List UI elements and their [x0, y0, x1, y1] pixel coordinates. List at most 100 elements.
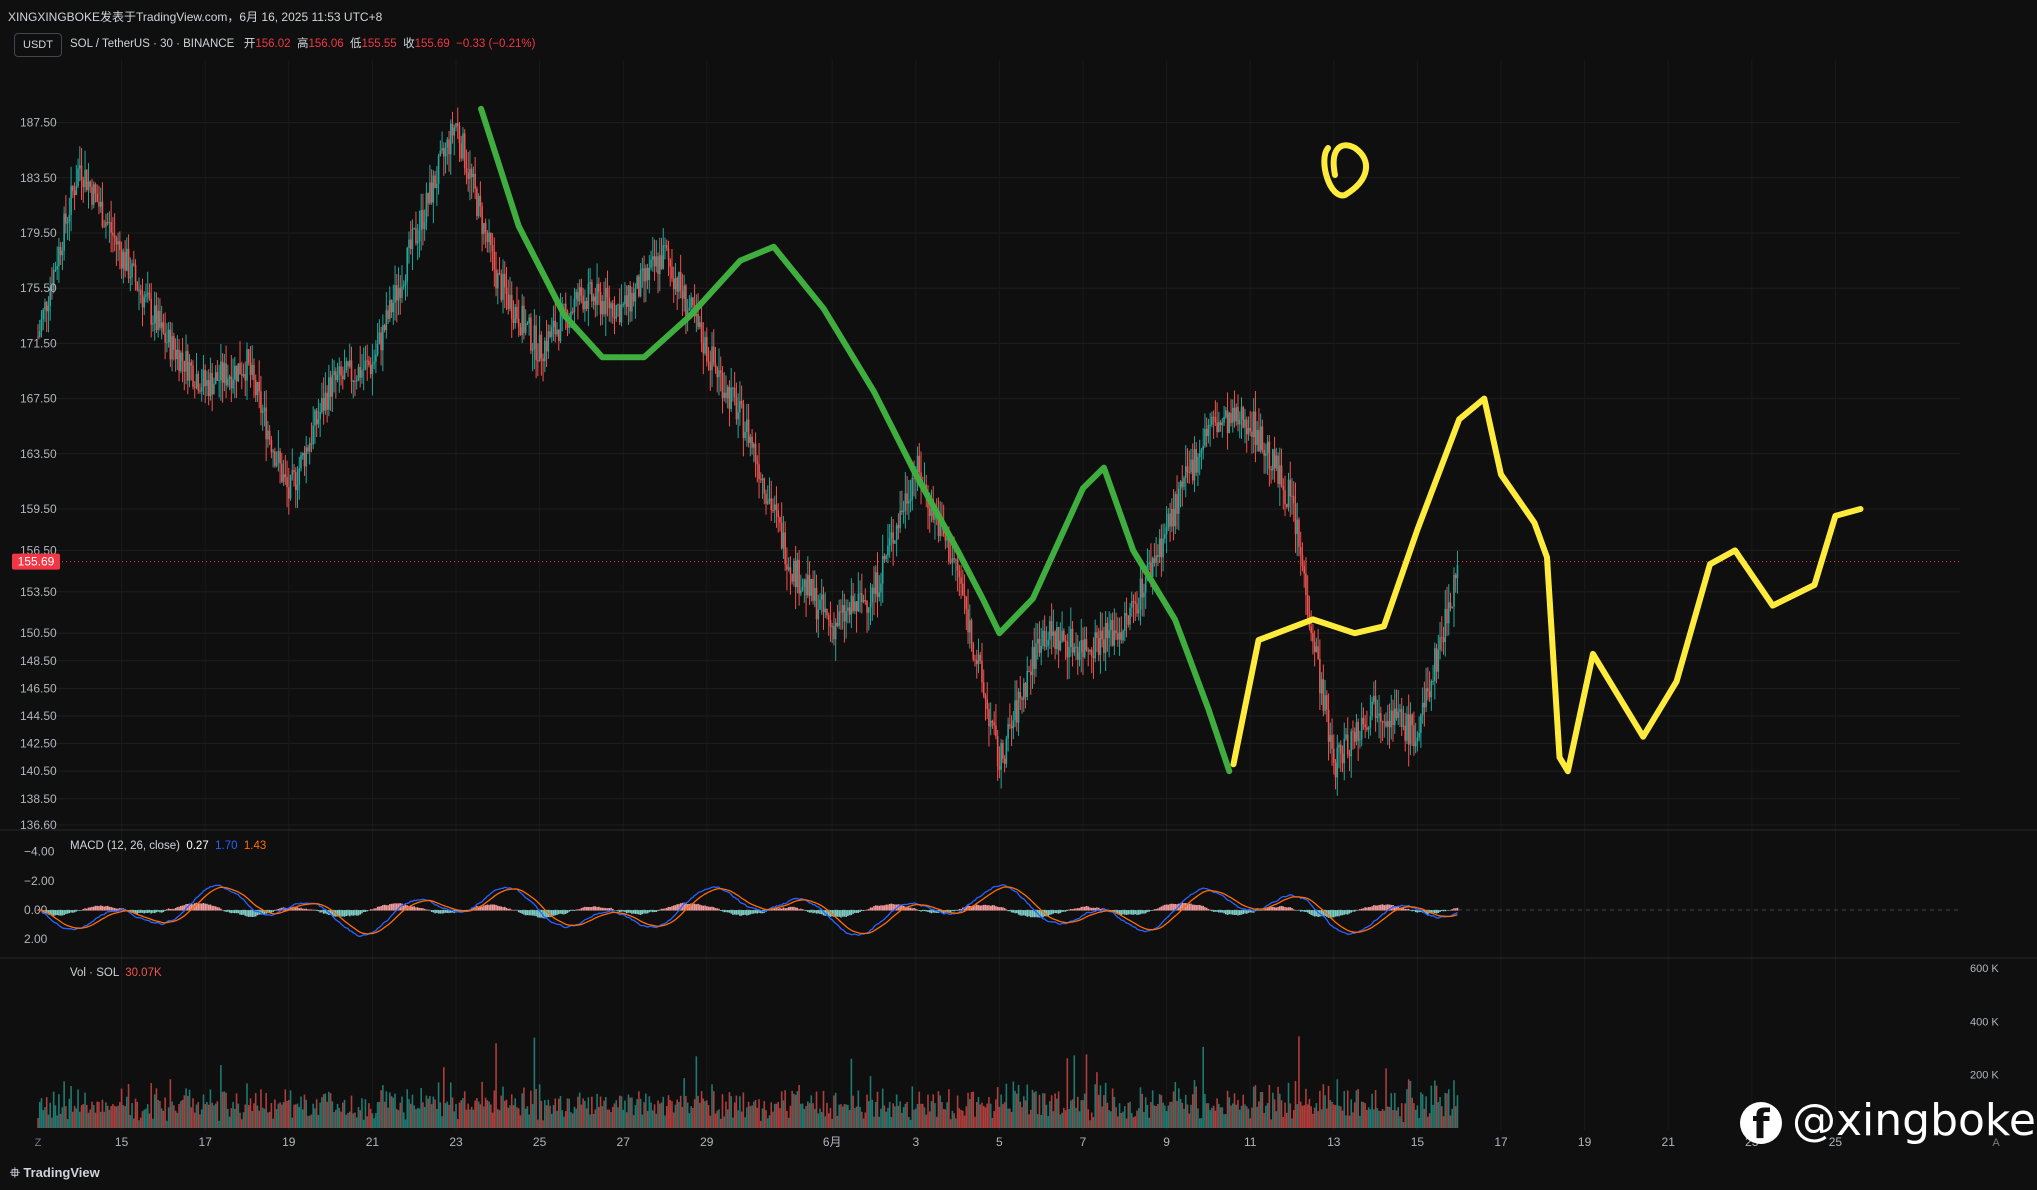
macd-histogram-bar — [1367, 907, 1370, 911]
macd-histogram-bar — [206, 903, 208, 911]
candle-body — [1177, 488, 1180, 514]
volume-bar — [336, 1103, 339, 1128]
volume-bar — [1317, 1111, 1319, 1128]
volume-bar — [443, 1067, 445, 1128]
price-axis[interactable]: 187.50183.50179.50175.50171.50167.50163.… — [12, 116, 60, 832]
volume-bar — [294, 1104, 297, 1128]
time-tick-label: 11 — [1244, 1135, 1257, 1149]
macd-histogram-bar — [1218, 910, 1220, 913]
macd-histogram-bar — [1134, 910, 1137, 915]
volume-bar — [1386, 1106, 1389, 1128]
volume-legend[interactable]: Vol · SOL 30.07K — [70, 967, 162, 979]
macd-histogram-bar — [789, 906, 792, 911]
volume-bar — [1108, 1110, 1110, 1128]
volume-bar — [418, 1108, 421, 1128]
macd-histogram-bar — [227, 910, 229, 912]
macd-histogram-bar — [1366, 907, 1368, 911]
candle-body — [1301, 554, 1304, 567]
candle-body — [505, 287, 508, 294]
macd-histogram-bar — [1303, 910, 1305, 912]
macd-tick-label: 2.00 — [24, 932, 48, 946]
macd-histogram-bar — [1090, 907, 1093, 911]
volume-bar — [733, 1102, 736, 1128]
candle-body — [638, 276, 640, 297]
macd-histogram-bar — [796, 907, 799, 911]
volume-bar — [1151, 1090, 1154, 1128]
volume-bar — [516, 1107, 518, 1128]
candle-body — [225, 363, 227, 386]
candle-body — [986, 699, 989, 710]
macd-histogram-bar — [854, 910, 856, 913]
candle-body — [1284, 490, 1286, 505]
macd-histogram-bar — [631, 910, 633, 914]
candle-body — [58, 246, 60, 267]
candle-body — [881, 555, 884, 584]
volume-bar — [1009, 1108, 1011, 1128]
tradingview-brand[interactable]: ⯐ TradingView — [10, 1164, 100, 1186]
macd-histogram-bar — [805, 910, 807, 912]
candle-body — [859, 593, 861, 595]
candle-body — [1432, 680, 1434, 682]
volume-bar — [279, 1102, 281, 1128]
time-axis[interactable]: 15171921232527296月35791113151719212325ZA — [35, 1135, 2001, 1149]
macd-histogram-bar — [531, 910, 534, 916]
macd-histogram-bar — [1369, 907, 1372, 911]
candle-body — [1186, 466, 1189, 472]
macd-histogram-bar — [1270, 906, 1272, 911]
candle-body — [122, 251, 125, 269]
candle-body — [928, 508, 931, 516]
macd-histogram-bar — [301, 908, 304, 911]
candle-body — [1052, 631, 1055, 636]
macd-histogram-bar — [1280, 905, 1283, 911]
macd-histogram-bar — [660, 908, 663, 911]
volume-bar — [523, 1087, 525, 1128]
candle-body — [585, 301, 588, 309]
volume-bar — [538, 1084, 541, 1128]
hand-drawings[interactable] — [478, 105, 1864, 775]
volume-bar — [932, 1094, 935, 1128]
candle-body — [136, 281, 139, 291]
candle-body — [557, 329, 560, 342]
candle-body — [263, 407, 266, 412]
macd-legend[interactable]: MACD (12, 26, close) 0.27 1.70 1.43 — [70, 840, 266, 852]
candle-body — [1179, 481, 1182, 489]
candle-body — [1373, 695, 1375, 702]
price-chart[interactable]: 187.50183.50179.50175.50171.50167.50163.… — [0, 0, 2037, 1158]
candle-body — [1073, 647, 1076, 653]
macd-histogram-bar — [392, 903, 395, 911]
auto-zoom-button[interactable]: Z — [35, 1137, 42, 1149]
candle-body — [834, 622, 837, 640]
candle-body — [639, 270, 642, 297]
macd-histogram-bar — [375, 908, 377, 911]
macd-histogram-bar — [671, 906, 673, 911]
candle-body — [719, 370, 722, 373]
candle-body — [399, 287, 402, 298]
volume-bar — [674, 1104, 677, 1128]
macd-histogram-bar — [714, 908, 717, 911]
volume-bar — [193, 1112, 196, 1128]
candle-body — [1327, 709, 1330, 742]
macd-histogram-bar — [801, 909, 804, 911]
macd-histogram-bar — [787, 907, 790, 911]
macd-histogram-bar — [510, 909, 513, 911]
volume-bar — [1277, 1086, 1279, 1128]
macd-histogram-bar — [1214, 910, 1217, 912]
volume-bar — [223, 1091, 226, 1128]
candle-body — [1381, 721, 1384, 723]
volume-bar — [723, 1116, 726, 1128]
volume-bar — [1021, 1107, 1023, 1128]
candle-body — [336, 374, 339, 381]
macd-histogram-bar — [340, 910, 342, 917]
candle-body — [254, 380, 257, 396]
volume-bar — [699, 1102, 701, 1128]
volume-bar — [1085, 1054, 1088, 1128]
volume-bar — [357, 1107, 360, 1128]
candle-body — [1447, 602, 1450, 624]
candle-body — [951, 558, 954, 563]
volume-bar — [261, 1107, 264, 1128]
macd-histogram-bar — [1054, 910, 1056, 913]
volume-bar — [747, 1101, 750, 1128]
time-tick-label: 3 — [912, 1135, 919, 1149]
macd-histogram-bar — [317, 910, 320, 912]
volume-bar — [871, 1099, 874, 1128]
